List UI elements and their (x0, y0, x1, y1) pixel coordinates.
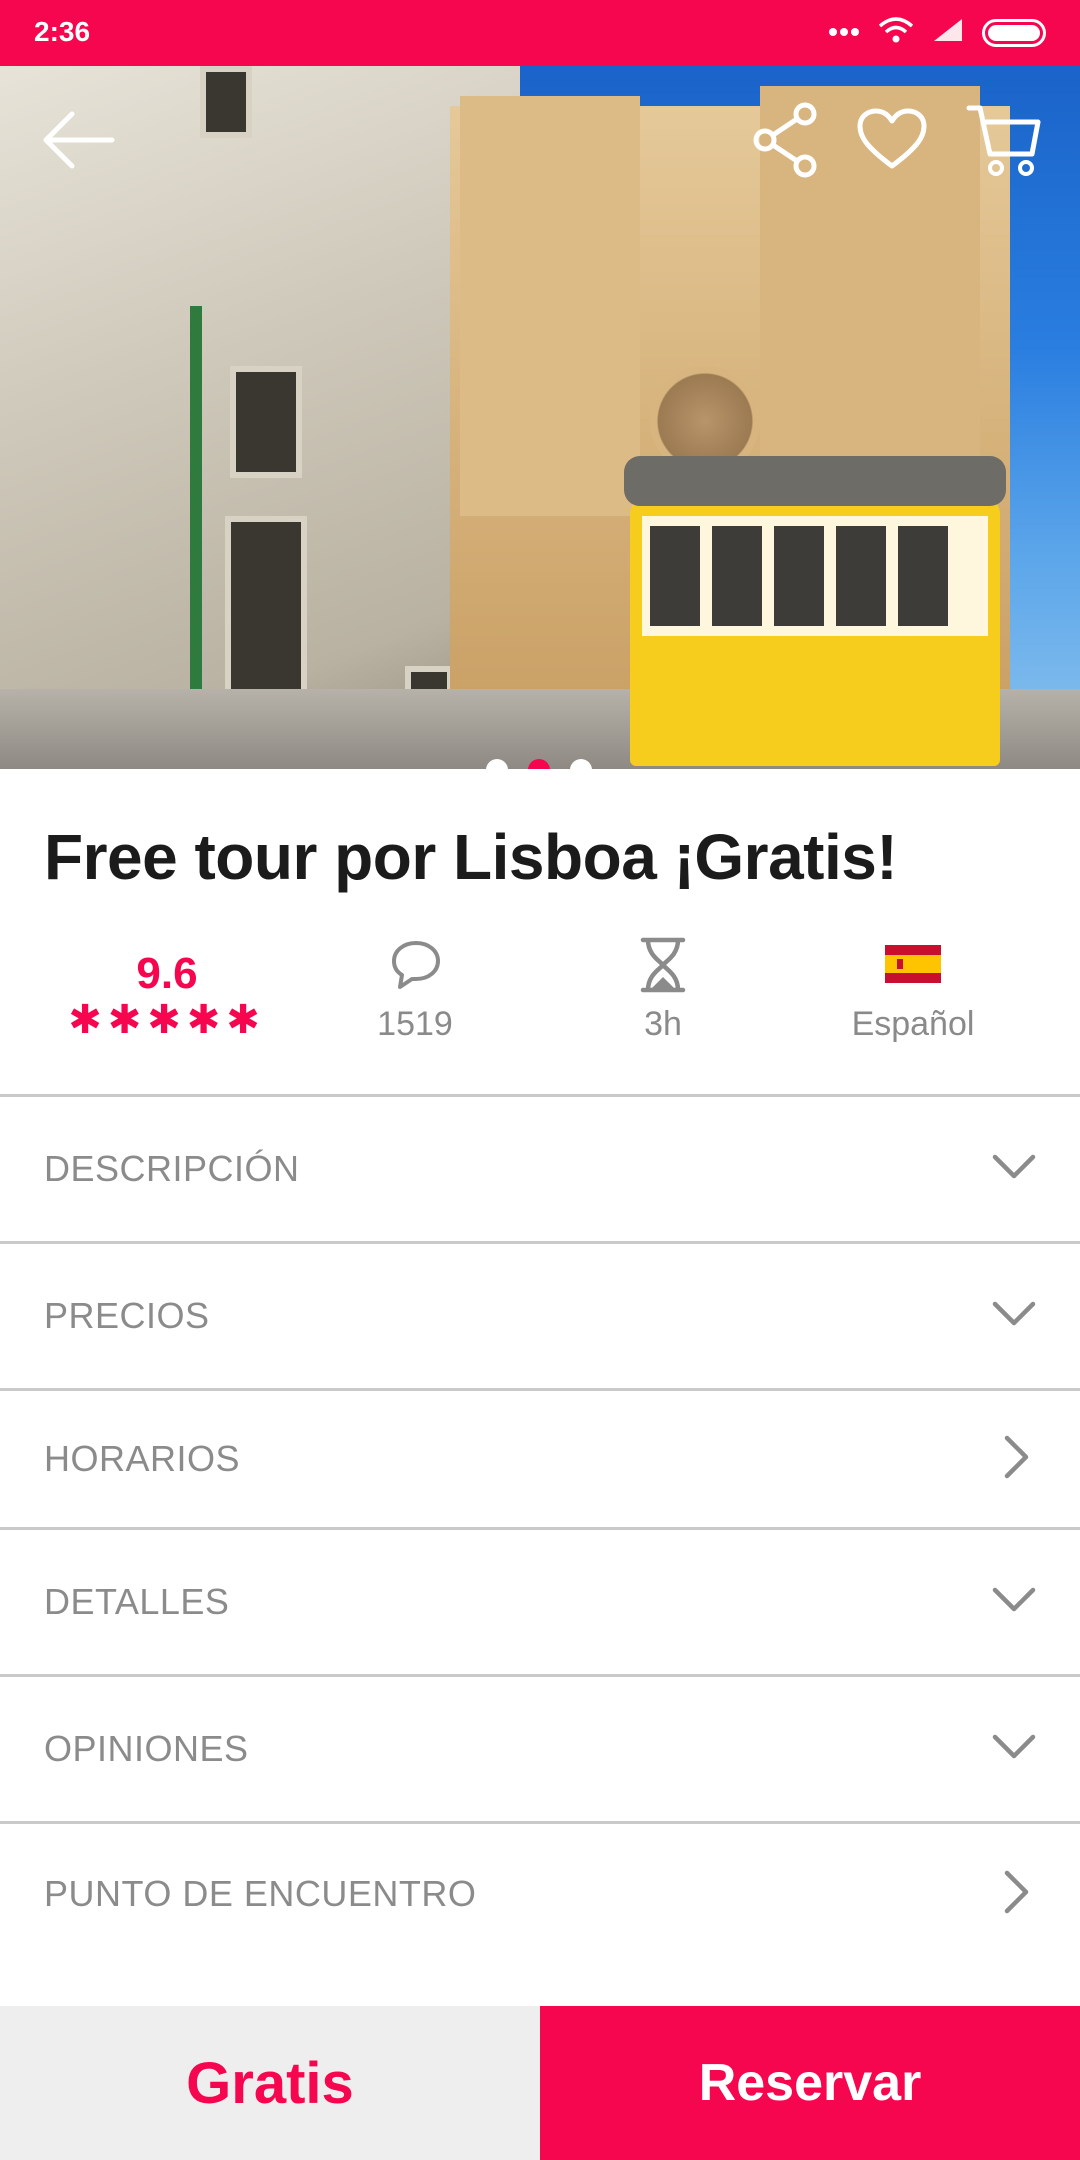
spain-flag-icon (885, 945, 941, 988)
more-dots-icon (828, 24, 860, 42)
chevron-right-icon (1004, 1435, 1030, 1484)
section-label: HORARIOS (44, 1438, 241, 1479)
reserve-button[interactable]: Reservar (540, 2006, 1080, 2160)
carousel-dot-active[interactable] (528, 759, 550, 769)
reviews-count: 1519 (377, 1005, 453, 1043)
hero-image[interactable] (0, 66, 1080, 769)
chevron-right-icon (1004, 1870, 1030, 1919)
battery-icon (982, 18, 1046, 47)
hourglass-icon (638, 937, 688, 998)
section-descripcion[interactable]: DESCRIPCIÓN (0, 1094, 1080, 1241)
rating-value: 9.6 (136, 949, 198, 998)
chevron-down-icon (992, 1734, 1036, 1765)
tour-title: Free tour por Lisboa ¡Gratis! (44, 821, 898, 893)
sections-list: DESCRIPCIÓN PRECIOS HORARIOS DETALLES OP… (0, 1094, 1080, 1964)
wifi-icon (878, 16, 914, 49)
back-icon (40, 108, 116, 177)
section-detalles[interactable]: DETALLES (0, 1527, 1080, 1674)
price-label: Gratis (0, 2006, 540, 2160)
chevron-down-icon (992, 1154, 1036, 1185)
section-horarios[interactable]: HORARIOS (0, 1388, 1080, 1527)
share-button[interactable] (746, 102, 826, 182)
chevron-down-icon (992, 1587, 1036, 1618)
cart-icon (966, 102, 1042, 183)
duration-stat: 3h (538, 935, 788, 1044)
status-bar: 2:36 (0, 0, 1080, 66)
share-icon (751, 102, 821, 183)
section-opiniones[interactable]: OPINIONES (0, 1674, 1080, 1821)
section-precios[interactable]: PRECIOS (0, 1241, 1080, 1388)
signal-icon (932, 17, 964, 48)
section-label: OPINIONES (44, 1728, 249, 1769)
chevron-down-icon (992, 1301, 1036, 1332)
carousel-dot[interactable] (570, 759, 592, 769)
language-value: Español (851, 1005, 975, 1043)
reviews-stat[interactable]: 1519 (290, 935, 540, 1044)
back-button[interactable] (38, 102, 118, 182)
hero-tram (624, 456, 1006, 766)
status-icons (828, 16, 1046, 49)
rating-stat[interactable]: 9.6 ✱✱✱✱✱ (42, 935, 292, 1043)
carousel-indicator (486, 759, 592, 769)
status-time: 2:36 (34, 16, 91, 47)
rating-stars: ✱✱✱✱✱ (68, 998, 266, 1042)
cart-button[interactable] (964, 102, 1044, 182)
section-label: DESCRIPCIÓN (44, 1148, 300, 1189)
language-stat: Español (788, 935, 1038, 1044)
duration-value: 3h (644, 1005, 682, 1043)
tour-stats: 9.6 ✱✱✱✱✱ 1519 3h Español (0, 935, 1080, 1055)
carousel-dot[interactable] (486, 759, 508, 769)
section-label: DETALLES (44, 1581, 230, 1622)
section-label: PRECIOS (44, 1295, 210, 1336)
heart-icon (857, 108, 927, 177)
section-label: PUNTO DE ENCUENTRO (44, 1873, 477, 1914)
comment-icon (390, 939, 442, 996)
section-punto-de-encuentro[interactable]: PUNTO DE ENCUENTRO (0, 1821, 1080, 1964)
favorite-button[interactable] (852, 102, 932, 182)
booking-bar: Gratis Reservar (0, 2006, 1080, 2160)
